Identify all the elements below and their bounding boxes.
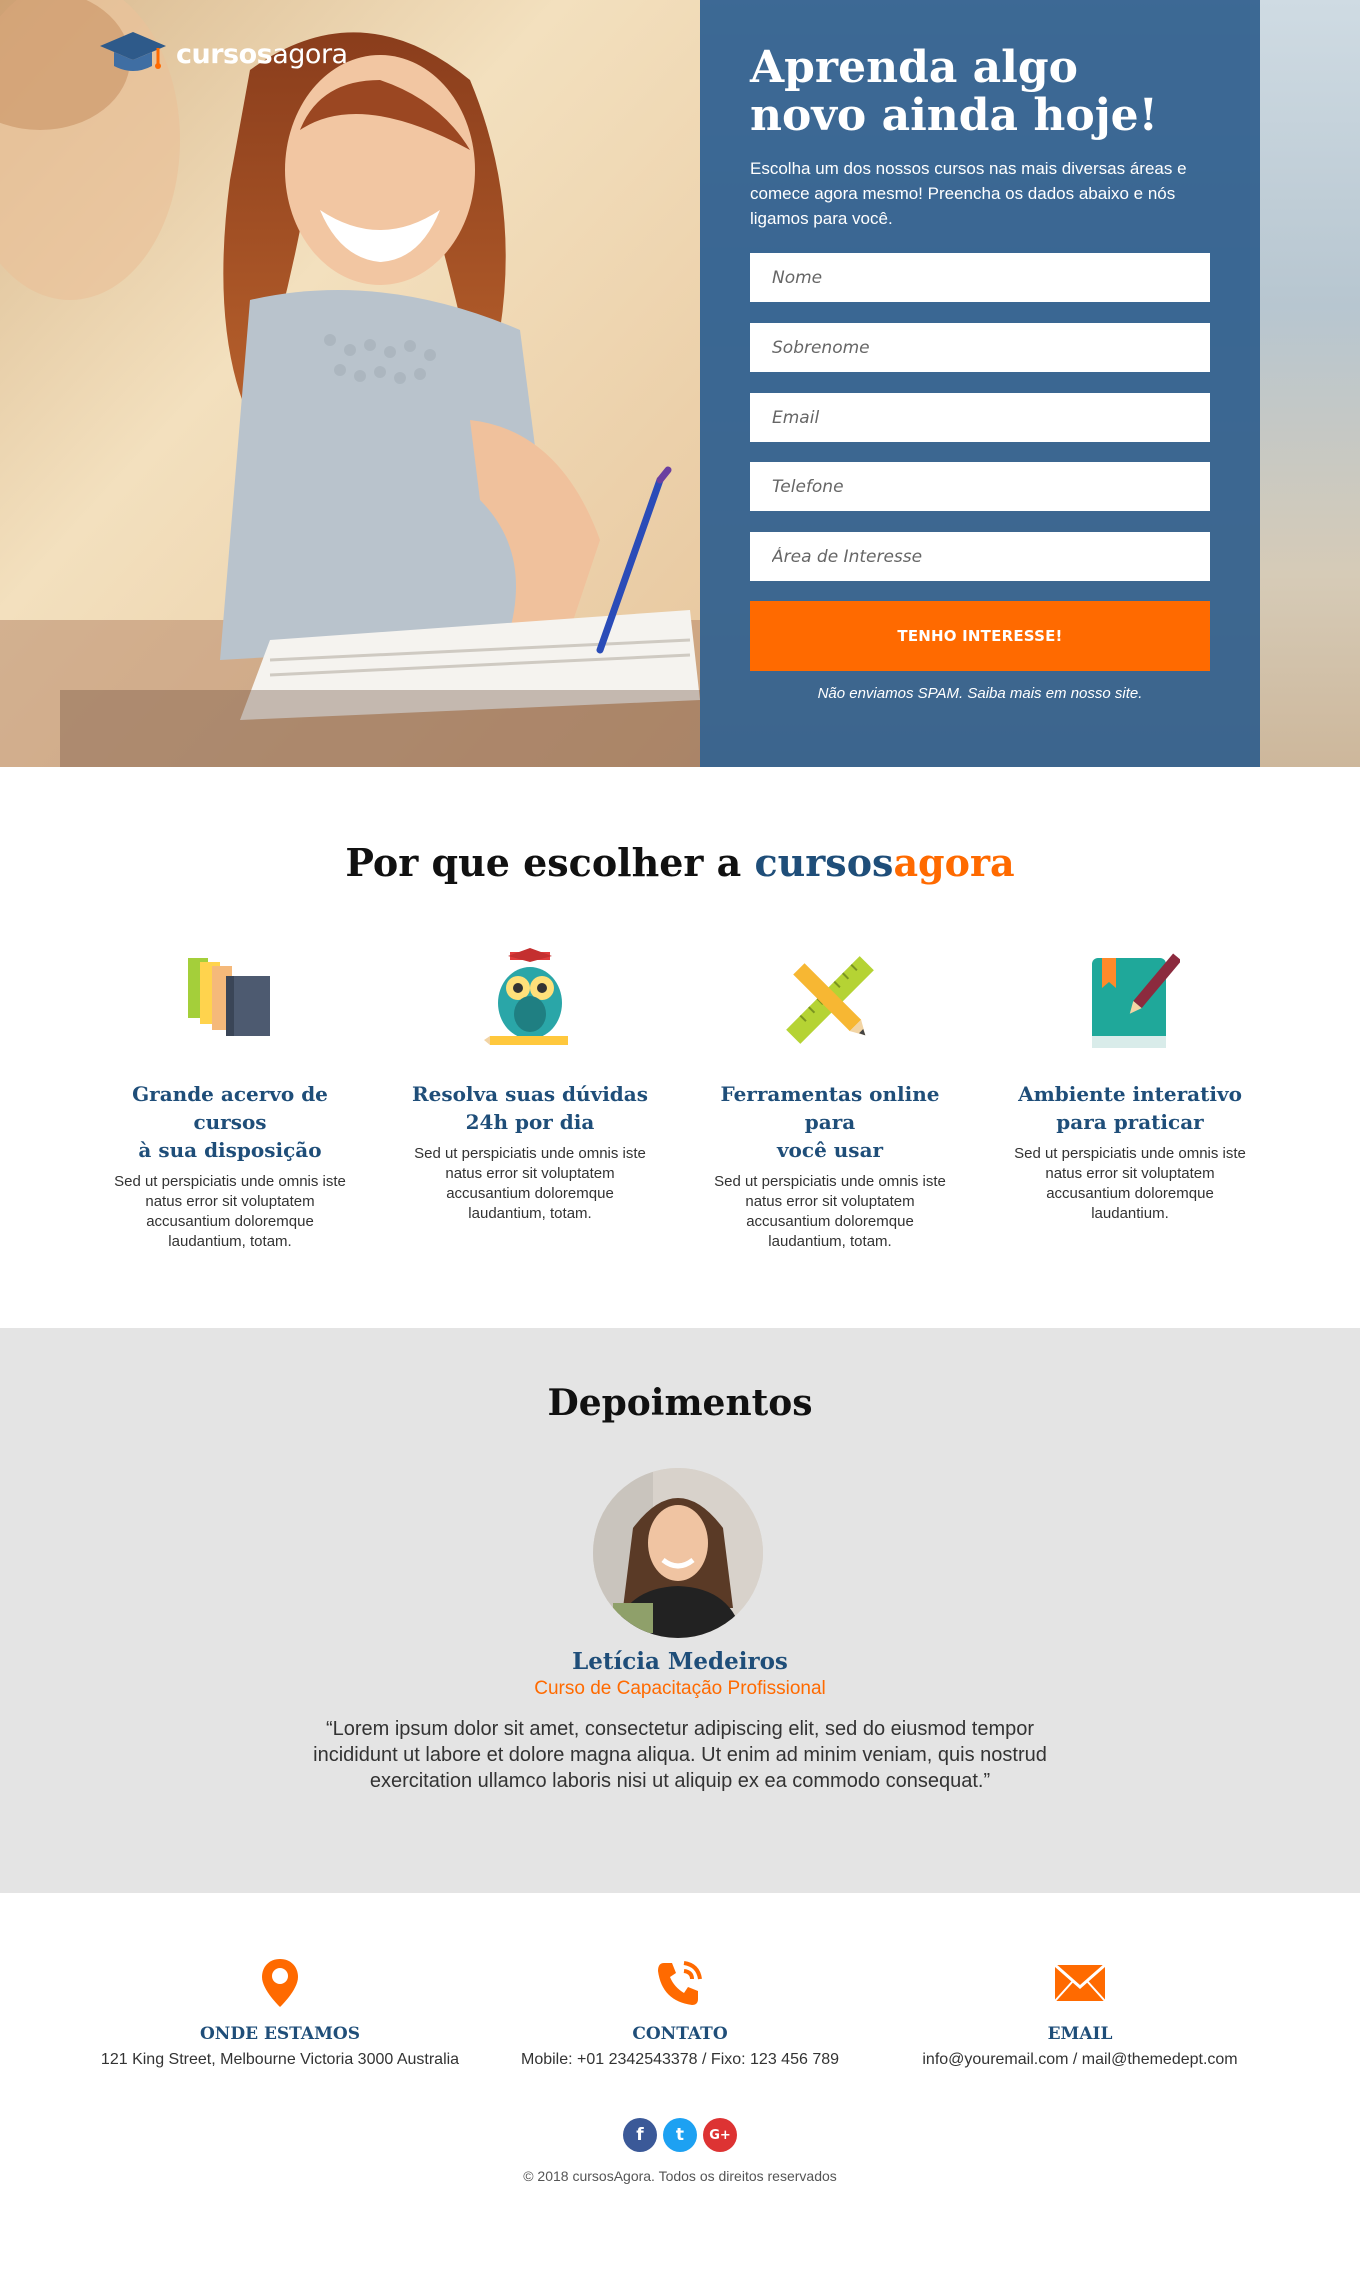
submit-interest-button[interactable]: TENHO INTERESSE! (750, 601, 1210, 671)
books-icon (188, 958, 270, 1036)
brand-name: cursosagora (176, 38, 348, 70)
graduation-cap-icon (100, 32, 166, 71)
first-name-input[interactable] (750, 253, 1210, 302)
social-links: f t G+ (0, 2118, 1360, 2152)
feature-text: Sed ut perspiciatis unde omnis iste natu… (714, 1173, 946, 1250)
contact-title: CONTATO (632, 2024, 728, 2044)
testimonial-avatar (593, 1468, 763, 1638)
contact-location: ONDE ESTAMOS 121 King Street, Melbourne … (80, 1955, 480, 2070)
testimonial-name: Letícia Medeiros (572, 1648, 788, 1675)
facebook-icon[interactable]: f (623, 2118, 657, 2152)
hero-student-photo (0, 0, 700, 767)
hero-section: cursosagora Aprenda algo novo ainda hoje… (0, 0, 1360, 767)
owl-icon (484, 948, 568, 1045)
feature-title: Ambiente interativo para praticar (1018, 1082, 1242, 1134)
phone-icon (658, 1960, 702, 2005)
testimonials-section: Depoimentos Letícia Medeiros Curso de Ca… (0, 1328, 1360, 1893)
brand-logo[interactable]: cursosagora (98, 30, 348, 78)
contact-text: Mobile: +01 2342543378 / Fixo: 123 456 7… (520, 2051, 840, 2068)
landing-page: cursosagora Aprenda algo novo ainda hoje… (0, 0, 1360, 2296)
spam-note: Não enviamos SPAM. Saiba mais em nosso s… (817, 685, 1143, 702)
twitter-icon[interactable]: t (663, 2118, 697, 2152)
google-plus-icon[interactable]: G+ (703, 2118, 737, 2152)
feature-title: Grande acervo de cursos à sua disposição (132, 1082, 328, 1162)
hero-title: Aprenda algo novo ainda hoje! (750, 42, 1158, 141)
signup-form-panel: Aprenda algo novo ainda hoje! Escolha um… (700, 0, 1260, 767)
contact-text: info@youremail.com / mail@themedept.com (922, 2051, 1238, 2068)
testimonials-title: Depoimentos (547, 1382, 813, 1424)
feature-title: Resolva suas dúvidas 24h por dia (411, 1082, 648, 1134)
copyright-text: © 2018 cursosAgora. Todos os direitos re… (523, 2168, 837, 2184)
feature-text: Sed ut perspiciatis unde omnis iste natu… (114, 1173, 346, 1250)
feature-card: Resolva suas dúvidas 24h por dia Sed ut … (395, 948, 665, 1224)
notebook-pen-icon (1092, 953, 1182, 1048)
feature-text: Sed ut perspiciatis unde omnis iste natu… (1014, 1145, 1246, 1222)
last-name-input[interactable] (750, 323, 1210, 372)
why-section-title: Por que escolher a cursosagora (345, 840, 1015, 885)
feature-card: Ambiente interativo para praticar Sed ut… (995, 948, 1265, 1224)
contact-title: EMAIL (1047, 2024, 1113, 2044)
contact-title: ONDE ESTAMOS (199, 2024, 360, 2044)
feature-card: Grande acervo de cursos à sua disposição… (95, 948, 365, 1252)
testimonial-quote: “Lorem ipsum dolor sit amet, consectetur… (313, 1718, 1047, 1792)
contact-text: 121 King Street, Melbourne Victoria 3000… (100, 2051, 460, 2068)
contact-phone: CONTATO Mobile: +01 2342543378 / Fixo: 1… (480, 1955, 880, 2070)
feature-card: Ferramentas online para você usar Sed ut… (695, 948, 965, 1252)
contact-email: EMAIL info@youremail.com / mail@themedep… (880, 1955, 1280, 2070)
envelope-icon (1054, 1963, 1106, 2002)
phone-input[interactable] (750, 462, 1210, 511)
email-input[interactable] (750, 393, 1210, 442)
location-pin-icon (262, 1958, 298, 2007)
interest-area-input[interactable] (750, 532, 1210, 581)
testimonial-course: Curso de Capacitação Profissional (534, 1678, 826, 1699)
hero-subtitle: Escolha um dos nossos cursos nas mais di… (750, 159, 1187, 228)
pencil-ruler-icon (786, 956, 874, 1044)
feature-text: Sed ut perspiciatis unde omnis iste natu… (414, 1145, 646, 1222)
feature-title: Ferramentas online para você usar (720, 1082, 940, 1162)
